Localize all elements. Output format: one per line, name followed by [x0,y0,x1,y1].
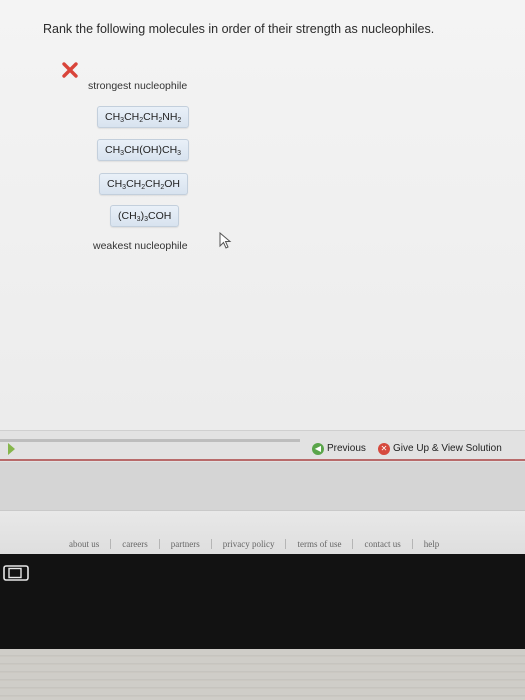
previous-arrow-icon: ◀ [312,443,324,455]
footer-link-help[interactable]: help [413,539,451,549]
give-up-label: Give Up & View Solution [393,443,502,454]
divider-line [0,459,525,461]
tablet-mode-icon[interactable] [3,564,29,582]
question-text: Rank the following molecules in order of… [43,22,435,36]
wrong-x-icon [62,62,78,78]
molecule-chip-1-propanol[interactable]: CH3CH2CH2OH [99,173,188,195]
navigation-bar: ◀ Previous ✕ Give Up & View Solution [0,430,525,463]
progress-track [0,439,300,442]
weakest-label: weakest nucleophile [93,240,188,252]
footer-links: about us careers partners privacy policy… [58,539,450,549]
footer-link-careers[interactable]: careers [111,539,160,549]
page-gap [0,462,525,510]
desk-surface [0,649,525,700]
strongest-label: strongest nucleophile [88,80,188,92]
molecule-chip-tert-butanol[interactable]: (CH3)3COH [110,205,180,227]
give-up-button[interactable]: ✕ Give Up & View Solution [378,441,502,457]
progress-arrow-icon [8,443,15,455]
footer-link-about-us[interactable]: about us [58,539,112,549]
device-taskbar [0,554,525,649]
molecule-chip-2-propanol[interactable]: CH3CH(OH)CH3 [97,139,190,161]
footer-link-terms-of-use[interactable]: terms of use [286,539,354,549]
footer-link-contact-us[interactable]: contact us [353,539,413,549]
molecule-chip-propylamine[interactable]: CH3CH2CH2NH2 [97,106,190,128]
footer-link-privacy-policy[interactable]: privacy policy [212,539,287,549]
footer: about us careers partners privacy policy… [0,510,525,555]
footer-link-partners[interactable]: partners [160,539,212,549]
mouse-cursor-icon [219,232,232,249]
question-panel: Rank the following molecules in order of… [0,0,525,430]
give-up-icon: ✕ [378,443,390,455]
previous-label: Previous [327,443,366,454]
previous-button[interactable]: ◀ Previous [312,441,366,457]
